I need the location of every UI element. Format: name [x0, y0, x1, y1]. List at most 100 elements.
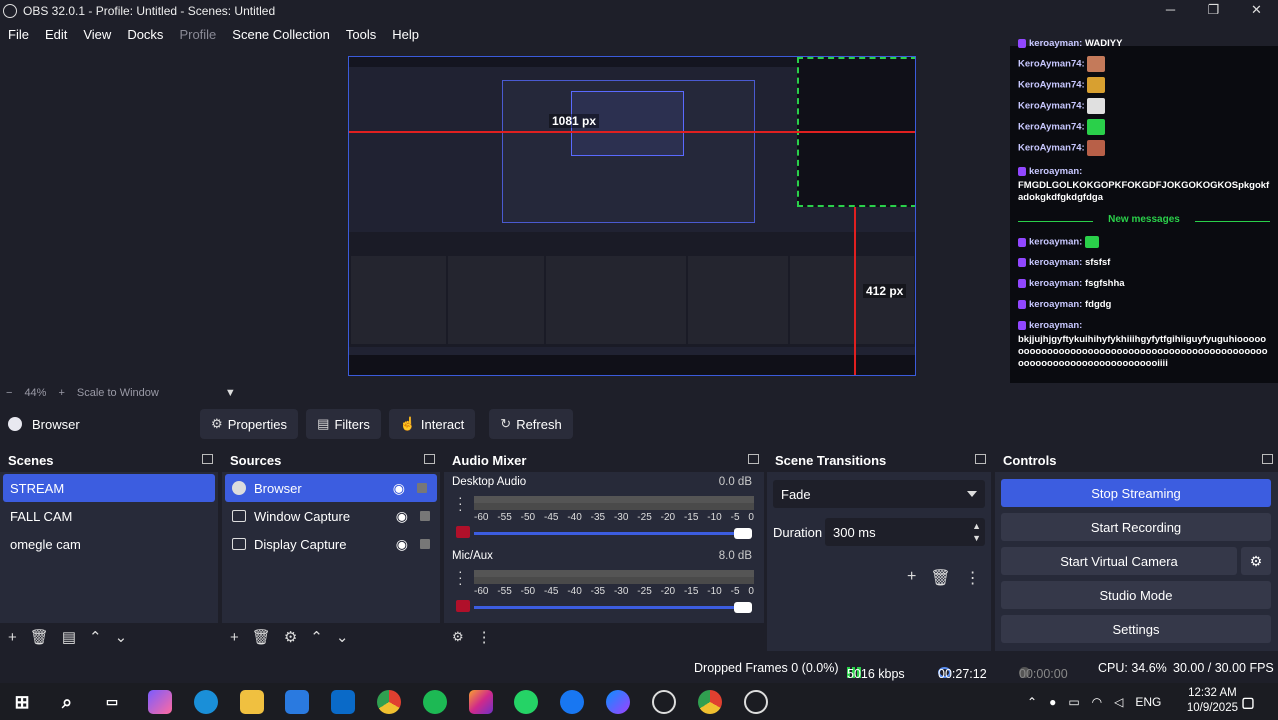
scale-mode[interactable]: Scale to Window	[71, 387, 165, 399]
scene-item-omegle-cam[interactable]: omegle cam	[0, 530, 218, 558]
start-recording-button[interactable]: Start Recording	[1001, 513, 1271, 541]
undock-icon[interactable]	[424, 454, 435, 464]
add-icon[interactable]: +	[907, 568, 916, 588]
scale-dropdown-icon[interactable]: ▼	[219, 387, 242, 399]
menu-tools[interactable]: Tools	[338, 27, 384, 42]
menu-docks[interactable]: Docks	[119, 27, 171, 42]
menu-bar: File Edit View Docks Profile Scene Colle…	[0, 22, 427, 46]
instagram-icon[interactable]	[469, 690, 493, 714]
source-item-display-capture[interactable]: Display Capture ◉	[222, 530, 440, 558]
notification-icon[interactable]: ▢	[1236, 690, 1260, 714]
zoom-out-button[interactable]: −	[0, 387, 18, 399]
undock-icon[interactable]	[1262, 454, 1273, 464]
copilot-icon[interactable]	[148, 690, 172, 714]
preview-canvas[interactable]: 1081 px 412 px	[348, 56, 916, 376]
move-down-icon[interactable]: ⌄	[115, 628, 128, 646]
outlook-icon[interactable]	[331, 690, 355, 714]
scene-item-fall-cam[interactable]: FALL CAM	[0, 502, 218, 530]
microphone-icon[interactable]: ●	[1049, 695, 1056, 709]
spin-arrows-icon[interactable]: ▲ ▼	[972, 520, 981, 544]
lock-icon[interactable]	[420, 539, 430, 549]
chevron-up-icon[interactable]: ⌃	[1027, 695, 1037, 709]
more-icon[interactable]: ⋮	[477, 628, 492, 646]
gear-icon[interactable]: ⚙	[452, 629, 464, 645]
language-indicator[interactable]: ENG	[1135, 695, 1161, 709]
add-icon[interactable]: +	[8, 629, 17, 646]
close-button[interactable]: ✕	[1235, 0, 1278, 22]
properties-button[interactable]: ⚙ Properties	[200, 409, 298, 439]
zoom-in-button[interactable]: +	[52, 387, 70, 399]
menu-profile[interactable]: Profile	[171, 27, 224, 42]
studio-mode-button[interactable]: Studio Mode	[1001, 581, 1271, 609]
refresh-button[interactable]: ↻ Refresh	[489, 409, 573, 439]
preview-area[interactable]: 1081 px 412 px keroayman: WADIYY KeroAym…	[0, 38, 1278, 391]
minimize-button[interactable]: ─	[1149, 0, 1192, 22]
trash-icon[interactable]: 🗑	[252, 628, 271, 646]
obs-taskbar-icon[interactable]	[744, 690, 768, 714]
store-icon[interactable]	[285, 690, 309, 714]
menu-edit[interactable]: Edit	[37, 27, 75, 42]
volume-icon[interactable]: ◁	[1114, 695, 1123, 709]
undock-icon[interactable]	[748, 454, 759, 464]
eye-icon[interactable]: ◉	[393, 480, 405, 497]
menu-view[interactable]: View	[75, 27, 119, 42]
search-icon[interactable]: ⌕	[55, 690, 79, 714]
menu-help[interactable]: Help	[384, 27, 427, 42]
chrome-icon[interactable]	[377, 690, 401, 714]
messenger-icon[interactable]	[606, 690, 630, 714]
eye-icon[interactable]: ◉	[396, 536, 408, 553]
volume-slider-handle[interactable]	[734, 602, 752, 613]
spotify-icon[interactable]	[423, 690, 447, 714]
gear-icon[interactable]: ⚙	[284, 628, 297, 646]
trash-icon[interactable]: 🗑	[930, 568, 950, 588]
duration-input[interactable]: 300 ms ▲ ▼	[825, 518, 985, 546]
interact-button[interactable]: ☝ Interact	[389, 409, 475, 439]
edge-icon[interactable]	[194, 690, 218, 714]
filter-icon[interactable]: ▤	[62, 628, 76, 646]
volume-slider[interactable]	[474, 602, 752, 613]
move-up-icon[interactable]: ⌃	[89, 628, 102, 646]
file-explorer-icon[interactable]	[240, 690, 264, 714]
stop-streaming-button[interactable]: Stop Streaming	[1001, 479, 1271, 507]
wifi-icon[interactable]: ◠	[1092, 695, 1102, 709]
filters-button[interactable]: ▤ Filters	[306, 409, 381, 439]
facebook-icon[interactable]	[560, 690, 584, 714]
settings-button[interactable]: Settings	[1001, 615, 1271, 643]
undock-icon[interactable]	[202, 454, 213, 464]
dropped-frames: Dropped Frames 0 (0.0%)	[694, 661, 839, 675]
menu-scene-collection[interactable]: Scene Collection	[224, 27, 338, 42]
whatsapp-icon[interactable]	[514, 690, 538, 714]
source-item-browser[interactable]: Browser ◉	[225, 474, 437, 502]
eye-icon[interactable]: ◉	[396, 508, 408, 525]
taskbar-clock[interactable]: 12:32 AM 10/9/2025	[1187, 686, 1238, 716]
volume-slider-handle[interactable]	[734, 528, 752, 539]
menu-file[interactable]: File	[0, 27, 37, 42]
more-icon[interactable]: ⋮	[965, 568, 981, 588]
move-down-icon[interactable]: ⌄	[336, 628, 349, 646]
windows-start-icon[interactable]: ⊞	[10, 690, 34, 714]
maximize-button[interactable]: ❐	[1192, 0, 1235, 22]
more-icon[interactable]: · · ·	[458, 490, 463, 516]
speaker-muted-icon[interactable]	[456, 526, 470, 538]
scene-item-stream[interactable]: STREAM	[3, 474, 215, 502]
task-view-icon[interactable]: ▭	[100, 690, 124, 714]
lock-icon[interactable]	[420, 511, 430, 521]
mic-muted-icon[interactable]	[456, 600, 470, 612]
undock-icon[interactable]	[975, 454, 986, 464]
add-icon[interactable]: +	[230, 629, 239, 646]
source-item-window-capture[interactable]: Window Capture ◉	[222, 502, 440, 530]
battery-icon[interactable]: ▭	[1068, 695, 1079, 709]
meter-ticks: -60 -55 -50 -45 -40 -35 -30 -25 -20 -15 -10 -5 0	[474, 512, 754, 523]
start-virtual-camera-button[interactable]: Start Virtual Camera	[1001, 547, 1237, 575]
move-up-icon[interactable]: ⌃	[310, 628, 323, 646]
emote-icon	[1087, 56, 1106, 72]
chrome-profile-icon[interactable]	[698, 690, 722, 714]
audio-mixer-title: Audio Mixer	[444, 448, 764, 472]
transition-select[interactable]: Fade	[773, 480, 985, 508]
virtual-camera-settings-icon[interactable]: ⚙	[1241, 547, 1271, 575]
more-icon[interactable]: · · ·	[458, 564, 463, 590]
speedometer-icon[interactable]	[652, 690, 676, 714]
volume-slider[interactable]	[474, 528, 752, 539]
lock-icon[interactable]	[417, 483, 427, 493]
trash-icon[interactable]: 🗑	[30, 628, 49, 646]
